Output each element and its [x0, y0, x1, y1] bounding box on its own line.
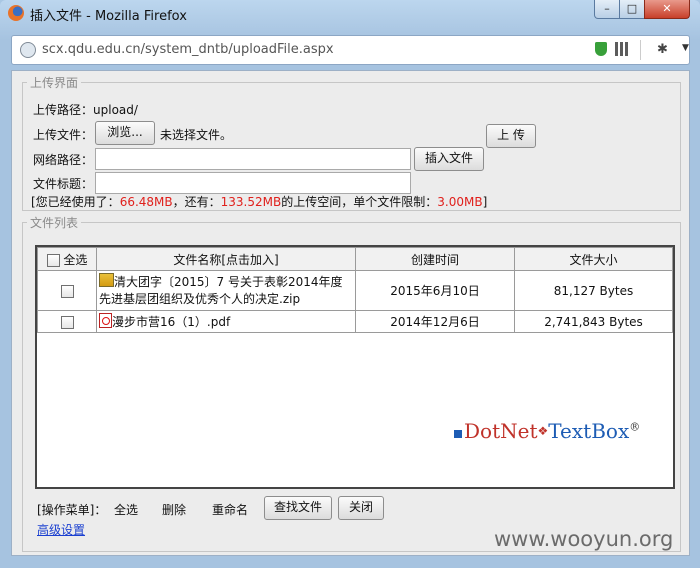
select-all-header[interactable]: 全选: [37, 247, 97, 271]
quota-suffix: ]: [482, 195, 488, 209]
file-list-section: 文件列表 全选 文件名称[点击加入] 创建时间 文件大小 清大团字〔2015〕7…: [22, 214, 681, 552]
quota-limit: 3.00MB: [437, 195, 483, 209]
brand-reg: ®: [629, 420, 641, 434]
delete-action[interactable]: 删除: [162, 501, 186, 518]
row-checkbox[interactable]: [60, 284, 74, 298]
quota-mid1: ，还有：: [172, 195, 221, 209]
name-header: 文件名称[点击加入]: [96, 247, 356, 271]
shield-icon[interactable]: [595, 42, 607, 56]
size-cell: 2,741,843 Bytes: [514, 310, 673, 333]
created-cell: 2015年6月10日: [355, 270, 515, 311]
file-table: 全选 文件名称[点击加入] 创建时间 文件大小 清大团字〔2015〕7 号关于表…: [37, 247, 673, 333]
brand-sep: ❖: [537, 424, 549, 438]
maximize-button[interactable]: □: [619, 0, 645, 19]
file-name-cell[interactable]: 漫步市营16（1）.pdf: [96, 310, 356, 333]
no-file-text: 未选择文件。: [160, 128, 233, 142]
table-row[interactable]: 漫步市营16（1）.pdf 2014年12月6日 2,741,843 Bytes: [37, 310, 673, 333]
find-file-button[interactable]: 查找文件: [264, 496, 332, 520]
address-bar[interactable]: scx.qdu.edu.cn/system_dntb/uploadFile.as…: [11, 35, 690, 65]
globe-icon: [20, 42, 36, 58]
upload-file-label: 上传文件：: [33, 128, 94, 142]
select-all-action[interactable]: 全选: [114, 501, 138, 518]
file-name-link[interactable]: 清大团字〔2015〕7 号关于表彰2014年度先进基层团组织及优秀个人的决定.z…: [99, 275, 343, 306]
close-button[interactable]: 关闭: [338, 496, 384, 520]
dotnettextbox-logo: DotNet❖TextBox®: [454, 419, 640, 443]
file-name-cell[interactable]: 清大团字〔2015〕7 号关于表彰2014年度先进基层团组织及优秀个人的决定.z…: [96, 270, 356, 311]
title-bar: 插入文件 - Mozilla Firefox – □ ✕: [0, 0, 700, 26]
quota-remaining: 133.52MB: [220, 195, 282, 209]
created-cell: 2014年12月6日: [355, 310, 515, 333]
file-title-input[interactable]: [95, 172, 411, 194]
window-title: 插入文件 - Mozilla Firefox: [30, 9, 187, 24]
browse-button[interactable]: 浏览...: [95, 121, 155, 145]
file-list-panel: 全选 文件名称[点击加入] 创建时间 文件大小 清大团字〔2015〕7 号关于表…: [35, 245, 675, 489]
row-checkbox[interactable]: [60, 315, 74, 329]
quota-prefix: [您已经使用了：: [31, 195, 120, 209]
pdf-file-icon: [99, 313, 112, 328]
action-menu-label: [操作菜单]：: [37, 503, 107, 517]
select-all-label: 全选: [63, 252, 88, 267]
netpath-label: 网络路径：: [33, 153, 94, 167]
firefox-icon: [8, 5, 24, 21]
quota-mid2: 的上传空间，单个文件限制：: [281, 195, 438, 209]
table-row[interactable]: 清大团字〔2015〕7 号关于表彰2014年度先进基层团组织及优秀个人的决定.z…: [37, 270, 673, 311]
firefox-window: 插入文件 - Mozilla Firefox – □ ✕ scx.qdu.edu…: [0, 0, 700, 568]
rename-action[interactable]: 重命名: [212, 501, 248, 518]
select-all-checkbox[interactable]: [46, 253, 60, 267]
insert-file-button[interactable]: 插入文件: [414, 147, 484, 171]
dialog-content: 上传界面 上传路径：upload/ 上传文件： 浏览... 未选择文件。 上 传…: [11, 70, 690, 556]
url-text[interactable]: scx.qdu.edu.cn/system_dntb/uploadFile.as…: [42, 42, 334, 57]
upload-legend: 上传界面: [30, 76, 79, 90]
minimize-button[interactable]: –: [594, 0, 620, 19]
qr-code-icon[interactable]: [615, 42, 629, 56]
logo-square-icon: [454, 430, 462, 438]
upload-path-value: upload/: [93, 103, 138, 117]
row-select-cell: [37, 270, 97, 311]
close-window-button[interactable]: ✕: [644, 0, 690, 19]
quota-text: [您已经使用了：66.48MB，还有：133.52MB的上传空间，单个文件限制：…: [31, 193, 487, 210]
advanced-settings-link[interactable]: 高级设置: [37, 521, 85, 538]
upload-button[interactable]: 上 传: [486, 124, 536, 148]
file-list-legend: 文件列表: [30, 216, 79, 230]
watermark: www.wooyun.org: [494, 527, 674, 551]
upload-section: 上传界面 上传路径：upload/ 上传文件： 浏览... 未选择文件。 上 传…: [22, 74, 681, 211]
file-name-link[interactable]: 漫步市营16（1）.pdf: [112, 315, 230, 329]
quota-used: 66.48MB: [119, 195, 173, 209]
created-header: 创建时间: [355, 247, 515, 271]
brand-part1: DotNet: [464, 419, 538, 443]
zip-file-icon: [99, 273, 114, 287]
netpath-input[interactable]: [95, 148, 411, 170]
bug-icon[interactable]: ✱: [657, 42, 668, 57]
size-cell: 81,127 Bytes: [514, 270, 673, 311]
chevron-down-icon[interactable]: ▼: [682, 43, 689, 53]
row-select-cell: [37, 310, 97, 333]
brand-part2: TextBox: [548, 419, 630, 443]
upload-path-label: 上传路径：upload/: [33, 101, 138, 118]
upload-path-label-text: 上传路径：: [33, 103, 94, 117]
table-header-row: 全选 文件名称[点击加入] 创建时间 文件大小: [37, 247, 673, 271]
file-title-label: 文件标题：: [33, 177, 94, 191]
size-header: 文件大小: [514, 247, 673, 271]
divider: [640, 40, 641, 60]
